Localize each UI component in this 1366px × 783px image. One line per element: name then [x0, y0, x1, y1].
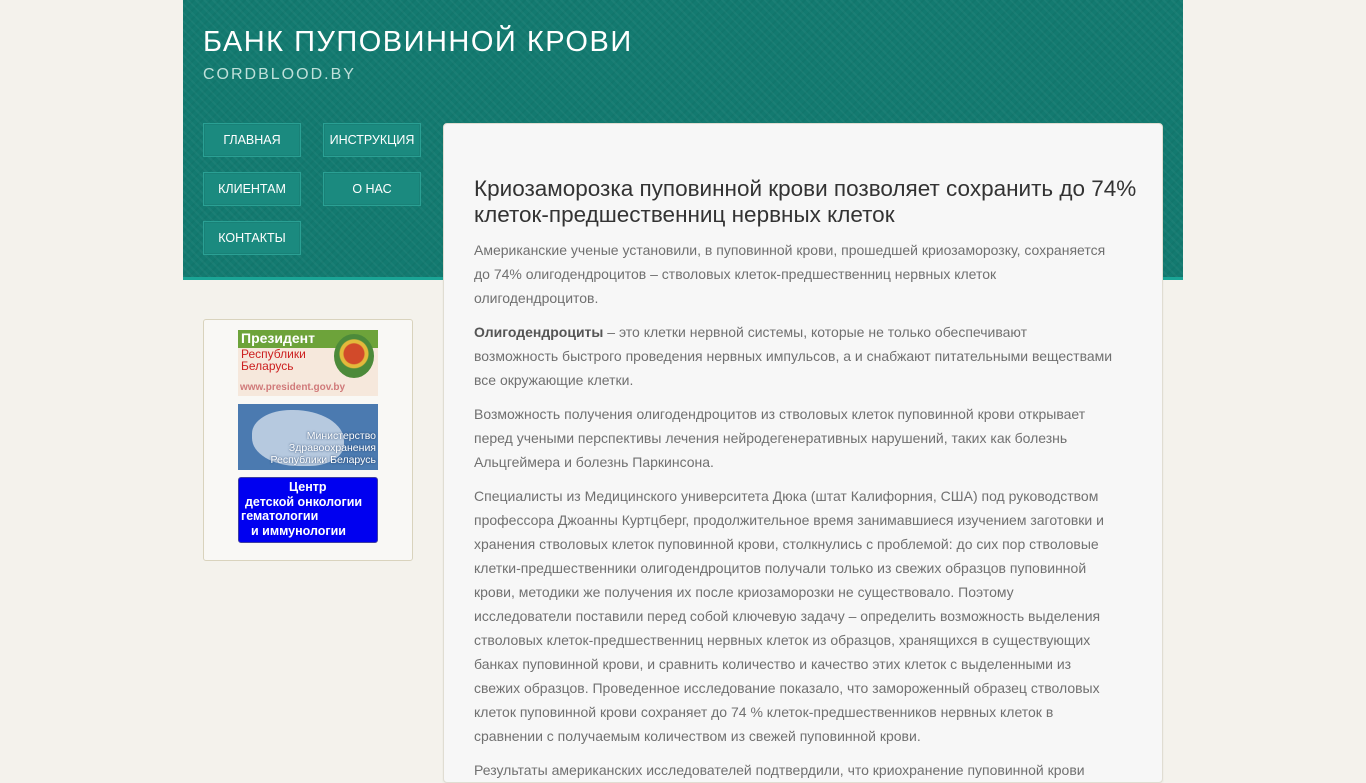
site-title[interactable]: БАНК ПУПОВИННОЙ КРОВИ: [203, 26, 633, 59]
oncology-line4: и иммунологии: [251, 523, 346, 538]
state-emblem-icon: [334, 334, 374, 378]
nav-contacts[interactable]: КОНТАКТЫ: [203, 221, 301, 255]
nav-clients[interactable]: КЛИЕНТАМ: [203, 172, 301, 206]
president-line1: Президент: [241, 330, 315, 346]
article-title: Криозаморозка пуповинной крови позволяет…: [474, 176, 1137, 227]
nav-instruction[interactable]: ИНСТРУКЦИЯ: [323, 123, 421, 157]
ministry-banner[interactable]: Министерство Здравоохранения Республики …: [238, 404, 378, 470]
oncology-line1: Центр: [289, 480, 327, 494]
ministry-line1: Министерство: [306, 430, 376, 442]
article-paragraph-3: Возможность получения олигодендроцитов и…: [474, 406, 1086, 470]
article-paragraph-4: Специалисты из Медицинского университета…: [474, 488, 1104, 744]
president-line2: Республики Беларусь: [241, 348, 306, 372]
oncology-line2: детской онкологии: [245, 494, 363, 509]
nav-about[interactable]: О НАС: [323, 172, 421, 206]
site-subtitle: CORDBLOOD.BY: [203, 66, 356, 83]
ministry-text: Министерство Здравоохранения Республики …: [270, 430, 376, 466]
president-line2b: Беларусь: [241, 359, 294, 373]
ministry-line3: Республики Беларусь: [270, 454, 376, 466]
oncology-text: Центр детской онкологии гематологии и им…: [239, 480, 377, 538]
article-paragraph-2: Олигодендроциты – это клетки нервной сис…: [474, 320, 1114, 392]
nav-home[interactable]: ГЛАВНАЯ: [203, 123, 301, 157]
article-paragraph-5: Результаты американских исследователей п…: [474, 762, 1085, 778]
term-bold: Олигодендроциты: [474, 324, 604, 340]
president-banner[interactable]: Президент Республики Беларусь www.presid…: [238, 330, 378, 396]
ministry-line2: Здравоохранения: [288, 442, 376, 454]
oncology-center-banner[interactable]: Центр детской онкологии гематологии и им…: [238, 477, 378, 543]
article-paragraph-1: Американские ученые установили, в пупови…: [474, 242, 1106, 306]
oncology-line3: гематологии: [241, 509, 319, 523]
president-url: www.president.gov.by: [240, 382, 346, 393]
